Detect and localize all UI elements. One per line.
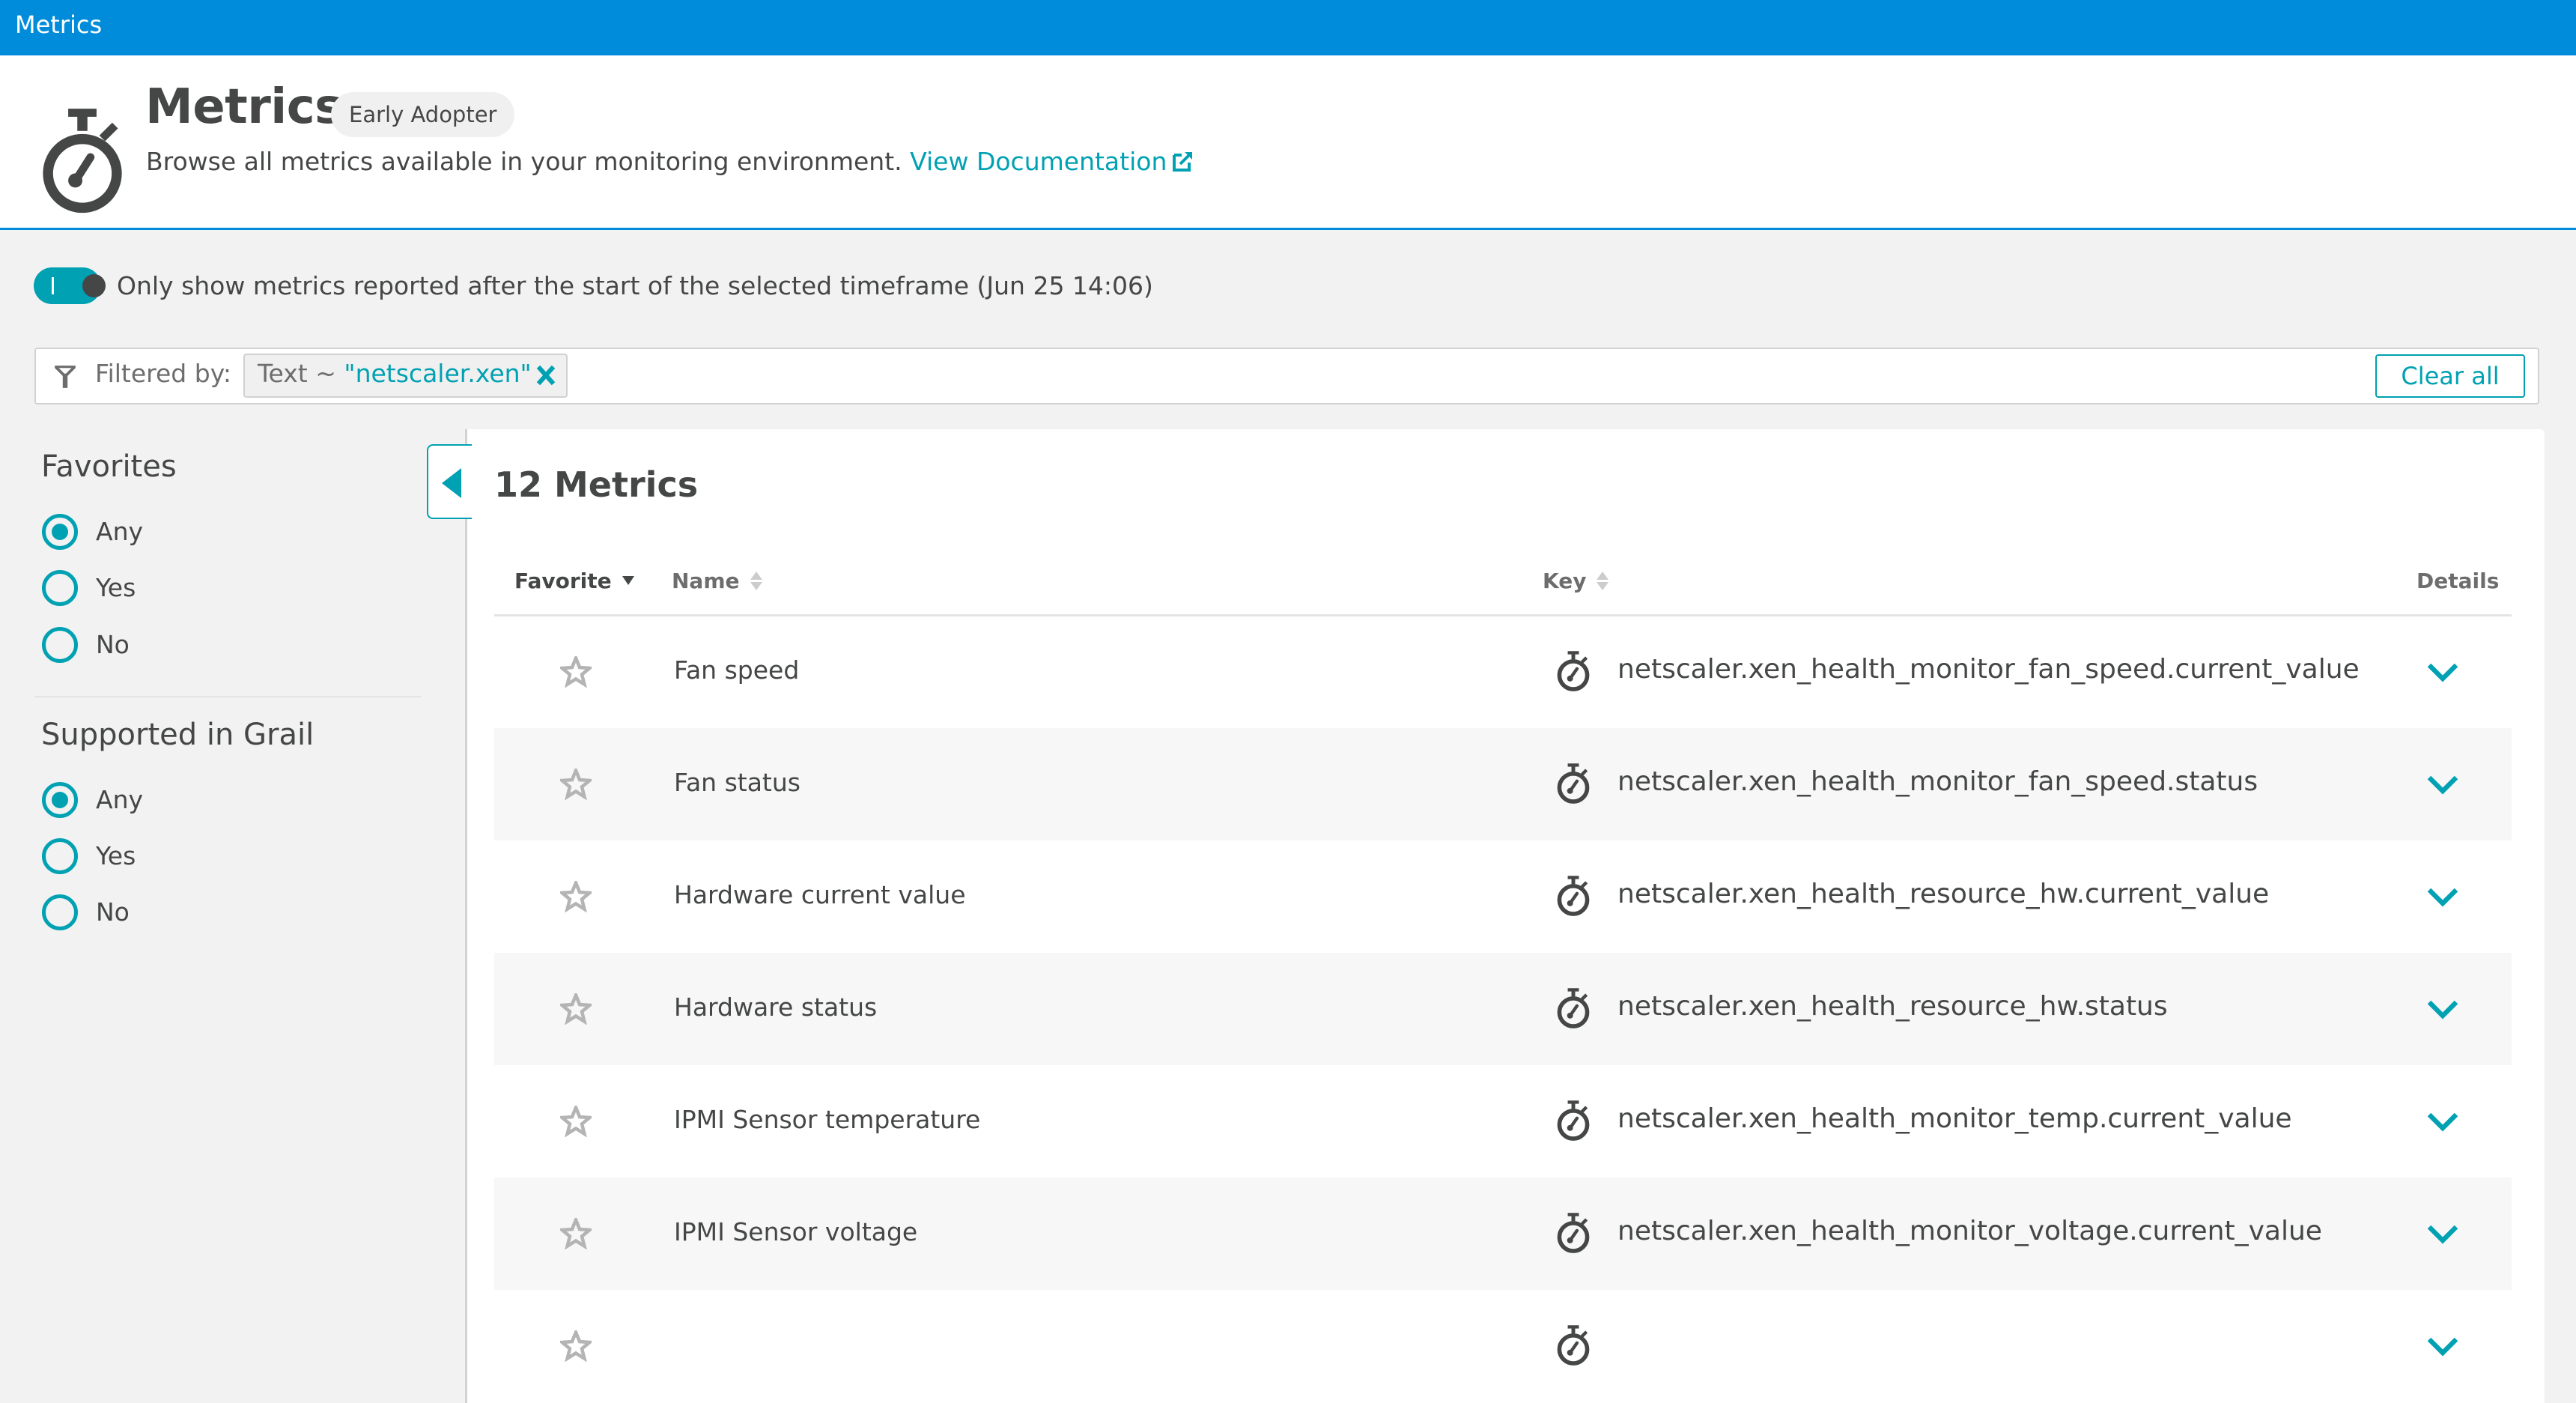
metric-name: Fan speed	[674, 655, 800, 685]
metric-name: Hardware current value	[674, 880, 966, 909]
sort-desc-icon	[622, 576, 634, 585]
favorite-column-label: Favorite	[514, 569, 612, 593]
grail-yes-label: Yes	[96, 841, 136, 870]
metrics-count: 12 Metrics	[494, 464, 699, 505]
table-row: Hardware status netscaler.xen_health_res…	[494, 953, 2512, 1065]
favorite-star-icon[interactable]	[560, 656, 592, 688]
collapse-sidebar-button[interactable]	[427, 444, 472, 519]
expand-details-chevron-icon[interactable]	[2426, 1336, 2459, 1357]
favorite-star-icon[interactable]	[560, 993, 592, 1025]
description-text: Browse all metrics available in your mon…	[146, 147, 902, 176]
favorites-heading: Favorites	[41, 449, 177, 484]
metric-key: netscaler.xen_health_resource_hw.status	[1617, 991, 2168, 1022]
favorite-star-icon[interactable]	[560, 769, 592, 800]
sidebar-divider	[34, 696, 421, 697]
table-row: IPMI Sensor temperature netscaler.xen_he…	[494, 1065, 2512, 1178]
filter-icon	[55, 366, 76, 388]
timeframe-toggle[interactable]	[34, 267, 106, 304]
column-header-details: Details	[2416, 569, 2500, 593]
column-header-key[interactable]: Key	[1543, 569, 1609, 593]
expand-details-chevron-icon[interactable]	[2426, 775, 2459, 796]
favorite-star-icon[interactable]	[560, 1218, 592, 1249]
stopwatch-icon	[43, 109, 122, 213]
metric-name: Hardware status	[674, 993, 878, 1022]
filter-chip-text: Text ~ "netscaler.xen"	[258, 359, 532, 388]
favorites-yes-radio[interactable]	[42, 570, 78, 606]
top-bar: Metrics	[0, 0, 2576, 55]
grail-heading: Supported in Grail	[41, 718, 315, 752]
page-description: Browse all metrics available in your mon…	[146, 147, 1194, 176]
filter-chip-field: Text	[258, 359, 308, 388]
column-header-name[interactable]: Name	[672, 569, 762, 593]
timeframe-toggle-label: Only show metrics reported after the sta…	[117, 271, 1153, 300]
stopwatch-icon	[1557, 1325, 1590, 1366]
sort-icon	[750, 572, 762, 591]
clear-all-button[interactable]: Clear all	[2375, 354, 2525, 398]
favorite-star-icon[interactable]	[560, 1106, 592, 1137]
toggle-knob	[82, 274, 106, 297]
early-adopter-badge: Early Adopter	[331, 92, 515, 137]
app-title: Metrics	[15, 10, 103, 39]
metric-key: netscaler.xen_health_monitor_fan_speed.s…	[1617, 766, 2258, 797]
favorites-any-label: Any	[96, 517, 144, 546]
table-row-partial	[494, 1290, 2512, 1402]
filtered-by-label: Filtered by:	[95, 359, 231, 388]
favorites-no-label: No	[96, 630, 130, 659]
favorite-star-icon[interactable]	[560, 881, 592, 912]
metric-name: Fan status	[674, 768, 801, 797]
remove-filter-icon[interactable]	[535, 364, 557, 387]
view-documentation-link[interactable]: View Documentation	[910, 147, 1194, 176]
grail-no-radio[interactable]	[42, 894, 78, 930]
expand-details-chevron-icon[interactable]	[2426, 887, 2459, 908]
metric-key: netscaler.xen_health_resource_hw.current…	[1617, 879, 2270, 909]
table-row: IPMI Sensor voltage netscaler.xen_health…	[494, 1178, 2512, 1290]
page-title: Metrics	[145, 79, 343, 135]
metric-name: IPMI Sensor voltage	[674, 1217, 918, 1246]
stopwatch-icon	[1557, 651, 1590, 691]
expand-details-chevron-icon[interactable]	[2426, 1224, 2459, 1245]
grail-yes-radio[interactable]	[42, 838, 78, 874]
favorite-star-icon[interactable]	[560, 1330, 592, 1362]
stopwatch-icon	[1557, 876, 1590, 916]
filter-chip-operator: ~	[315, 359, 336, 388]
metric-name: IPMI Sensor temperature	[674, 1105, 981, 1134]
expand-details-chevron-icon[interactable]	[2426, 1112, 2459, 1133]
stopwatch-icon	[1557, 1100, 1590, 1141]
toggle-on-mark	[52, 277, 54, 294]
metric-key: netscaler.xen_health_monitor_voltage.cur…	[1617, 1216, 2322, 1246]
sort-icon	[1597, 572, 1609, 591]
stopwatch-icon	[1557, 1213, 1590, 1253]
grail-any-radio[interactable]	[42, 782, 78, 818]
filter-chip-value: "netscaler.xen"	[344, 359, 532, 388]
view-documentation-label: View Documentation	[910, 147, 1167, 176]
external-link-icon	[1173, 152, 1193, 172]
grail-no-label: No	[96, 897, 130, 927]
table-row: Hardware current value netscaler.xen_hea…	[494, 840, 2512, 953]
collapse-left-icon	[442, 468, 461, 498]
favorites-any-radio[interactable]	[42, 514, 78, 550]
column-header-favorite[interactable]: Favorite	[514, 569, 634, 593]
stopwatch-icon	[1557, 763, 1590, 804]
page-header	[0, 55, 2576, 230]
table-row: Fan status netscaler.xen_health_monitor_…	[494, 728, 2512, 840]
metric-key: netscaler.xen_health_monitor_temp.curren…	[1617, 1103, 2292, 1134]
stopwatch-icon	[1557, 988, 1590, 1028]
grail-any-label: Any	[96, 785, 144, 814]
table-row: Fan speed netscaler.xen_health_monitor_f…	[494, 616, 2512, 728]
favorites-yes-label: Yes	[96, 573, 136, 602]
name-column-label: Name	[672, 569, 740, 593]
favorites-no-radio[interactable]	[42, 627, 78, 663]
metric-key: netscaler.xen_health_monitor_fan_speed.c…	[1617, 654, 2360, 685]
expand-details-chevron-icon[interactable]	[2426, 999, 2459, 1020]
key-column-label: Key	[1543, 569, 1587, 593]
expand-details-chevron-icon[interactable]	[2426, 662, 2459, 683]
